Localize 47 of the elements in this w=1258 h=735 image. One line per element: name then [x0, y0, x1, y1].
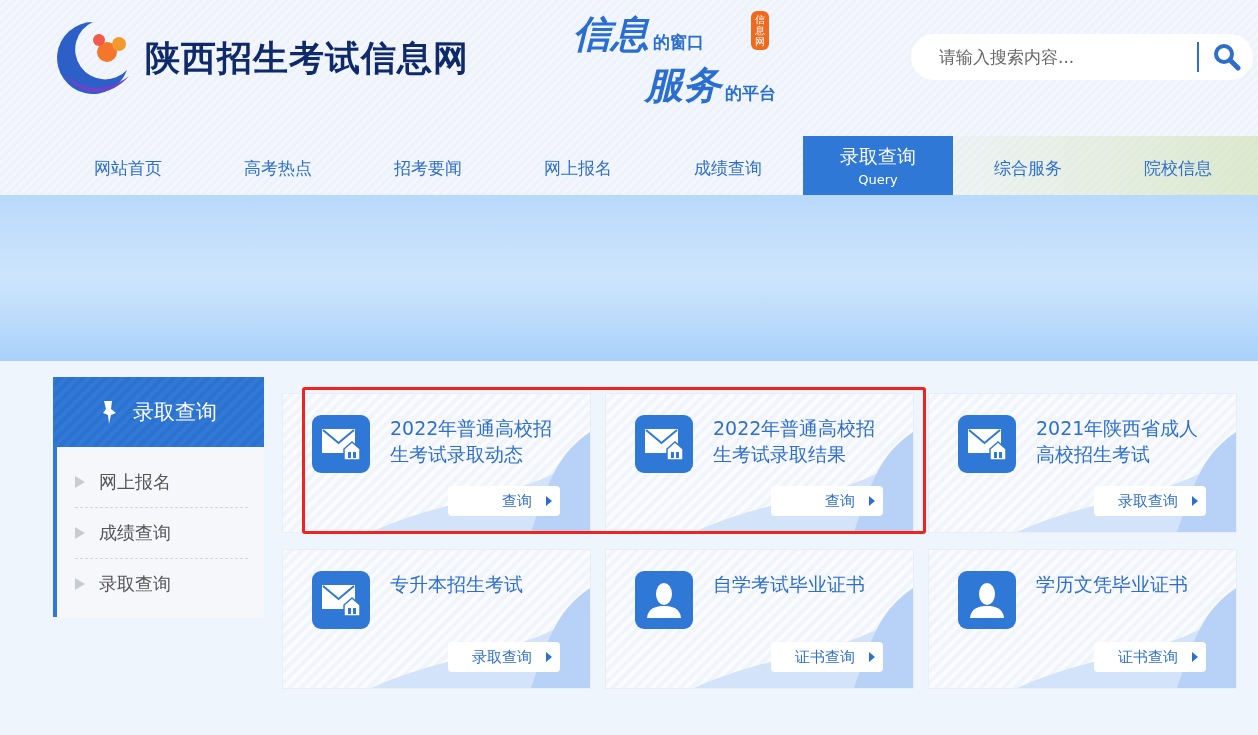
sidebar-link[interactable]: 网上报名	[75, 457, 248, 508]
person-icon	[644, 580, 684, 620]
caret-icon	[869, 652, 875, 662]
triangle-icon	[75, 527, 85, 539]
envelope-icon	[321, 583, 361, 617]
site-title: 陕西招生考试信息网	[145, 35, 469, 80]
caret-icon	[1192, 496, 1198, 506]
card-title: 自学考试毕业证书	[713, 572, 866, 597]
sidebar-link[interactable]: 成绩查询	[75, 508, 248, 559]
query-button[interactable]: 录取查询	[1094, 486, 1206, 516]
person-icon	[967, 580, 1007, 620]
sidebar-title: 录取查询	[132, 399, 217, 426]
sidebar-link[interactable]: 录取查询	[75, 559, 248, 609]
card-title: 学历文凭毕业证书	[1036, 572, 1189, 597]
nav-tab[interactable]: 网站首页	[53, 136, 203, 195]
query-button[interactable]: 查询	[448, 486, 560, 516]
query-button[interactable]: 证书查询	[771, 642, 883, 672]
nav-tab[interactable]: 成绩查询	[653, 136, 803, 195]
nav-tab[interactable]: 综合服务	[953, 136, 1103, 195]
caret-icon	[546, 496, 552, 506]
caret-icon	[1192, 652, 1198, 662]
card-title: 2022年普通高校招生考试录取结果	[713, 416, 877, 467]
nav-tab[interactable]: 高考热点	[203, 136, 353, 195]
query-button[interactable]: 查询	[771, 486, 883, 516]
slogan-text: 的平台	[725, 82, 776, 105]
card-title: 2021年陕西省成人高校招生考试	[1036, 416, 1200, 467]
triangle-icon	[75, 476, 85, 488]
card-title: 专升本招生考试	[390, 572, 524, 597]
triangle-icon	[75, 578, 85, 590]
card-title: 2022年普通高校招生考试录取动态	[390, 416, 554, 467]
envelope-icon	[967, 427, 1007, 461]
query-button[interactable]: 证书查询	[1094, 642, 1206, 672]
envelope-icon	[321, 427, 361, 461]
search-field[interactable]: 请输入搜索内容...	[911, 34, 1253, 80]
slogan-text: 信息	[573, 10, 649, 58]
query-button[interactable]: 录取查询	[448, 642, 560, 672]
search-input[interactable]: 请输入搜索内容...	[937, 46, 1197, 68]
nav-tab[interactable]: 网上报名	[503, 136, 653, 195]
envelope-icon	[644, 427, 684, 461]
nav-tab[interactable]: 招考要闻	[353, 136, 503, 195]
nav-tab[interactable]: 录取查询 Query	[803, 136, 953, 195]
slogan-text: 的窗口	[653, 31, 704, 54]
caret-icon	[869, 496, 875, 506]
nav-tab[interactable]: 院校信息	[1103, 136, 1253, 195]
search-icon[interactable]	[1213, 43, 1241, 71]
caret-icon	[546, 652, 552, 662]
slogan-badge: 信息网	[751, 11, 769, 50]
